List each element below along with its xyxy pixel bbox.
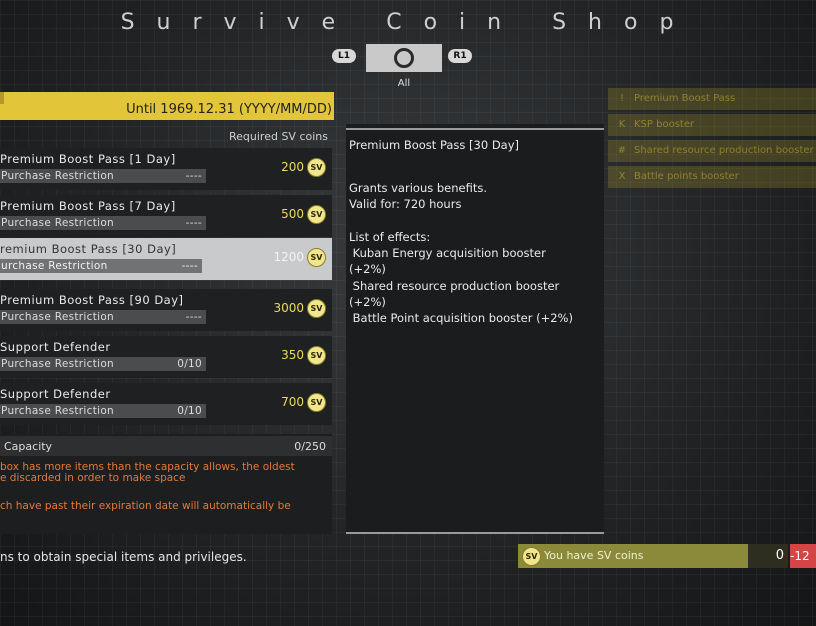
item-name: Support Defender xyxy=(0,387,111,401)
capacity-value: 0/250 xyxy=(294,440,326,453)
item-name: Premium Boost Pass [1 Day] xyxy=(0,152,176,166)
restriction-label: urchase Restriction xyxy=(1,260,108,272)
banner-marker xyxy=(0,92,4,104)
boost-label: Shared resource production booster xyxy=(634,145,814,156)
wallet-balance: SV You have SV coins 0 xyxy=(518,544,788,568)
sv-coin-icon: SV xyxy=(307,346,326,365)
sv-coin-icon: SV xyxy=(307,205,326,224)
item-name: Premium Boost Pass [7 Day] xyxy=(0,199,176,213)
sv-coin-icon: SV xyxy=(307,248,326,267)
restriction-value: 0/10 xyxy=(177,358,202,370)
item-name: Support Defender xyxy=(0,340,111,354)
resource-icon: # xyxy=(617,145,627,156)
tab-all-label: All xyxy=(397,78,411,89)
list-item-selected[interactable]: remium Boost Pass [30 Day] urchase Restr… xyxy=(0,238,332,280)
divider xyxy=(346,532,604,534)
detail-title: Premium Boost Pass [30 Day] xyxy=(349,138,520,152)
item-name: remium Boost Pass [30 Day] xyxy=(0,242,177,256)
capacity-row: Capacity 0/250 xyxy=(0,436,332,456)
info-icon: ! xyxy=(619,93,624,104)
item-price: 1200 xyxy=(273,250,304,264)
purchase-restriction: Purchase Restriction ---- xyxy=(0,310,206,324)
tab-bar: L1 R1 All xyxy=(332,44,480,94)
list-item[interactable]: Premium Boost Pass [1 Day] Purchase Rest… xyxy=(0,148,332,190)
boost-item: # Shared resource production booster xyxy=(608,140,816,162)
capacity-label: Capacity xyxy=(4,440,53,453)
ksp-icon: K xyxy=(618,119,626,130)
sv-coin-icon: SV xyxy=(522,547,541,566)
restriction-label: Purchase Restriction xyxy=(1,358,115,370)
restriction-label: Purchase Restriction xyxy=(1,311,115,323)
boost-item: ! Premium Boost Pass xyxy=(608,88,816,110)
purchase-restriction: Purchase Restriction ---- xyxy=(0,216,206,230)
sv-coin-icon: SV xyxy=(307,299,326,318)
required-coins-header: Required SV coins xyxy=(229,130,328,143)
item-price: 700 xyxy=(281,395,304,409)
restriction-label: Purchase Restriction xyxy=(1,405,115,417)
detail-description: Grants various benefits. Valid for: 720 … xyxy=(349,181,573,326)
list-item[interactable]: Premium Boost Pass [7 Day] Purchase Rest… xyxy=(0,195,332,237)
boost-label: KSP booster xyxy=(634,119,695,130)
wallet-deficit: -12 xyxy=(790,544,816,568)
item-detail-panel: Premium Boost Pass [30 Day] Grants vario… xyxy=(346,124,604,534)
r1-button[interactable]: R1 xyxy=(448,49,472,63)
wallet-value: 0 xyxy=(748,544,788,568)
purchase-restriction: Purchase Restriction 0/10 xyxy=(0,404,206,418)
purchase-restriction: Purchase Restriction ---- xyxy=(0,169,206,183)
item-price: 200 xyxy=(281,160,304,174)
list-item[interactable]: Support Defender Purchase Restriction 0/… xyxy=(0,383,332,425)
expiration-text: Until 1969.12.31 (YYYY/MM/DD) xyxy=(126,102,332,117)
capacity-box: Capacity 0/250 box has more items than t… xyxy=(0,434,332,534)
wallet-label: You have SV coins xyxy=(544,549,644,562)
restriction-value: ---- xyxy=(181,260,198,272)
circle-icon xyxy=(394,48,414,68)
capacity-warning: box has more items than the capacity all… xyxy=(0,461,295,484)
list-item[interactable]: Premium Boost Pass [90 Day] Purchase Res… xyxy=(0,289,332,331)
swords-icon: X xyxy=(618,171,626,182)
expiration-banner: Until 1969.12.31 (YYYY/MM/DD) xyxy=(0,92,334,120)
sv-coin-icon: SV xyxy=(307,158,326,177)
restriction-label: Purchase Restriction xyxy=(1,217,115,229)
restriction-value: ---- xyxy=(185,311,202,323)
restriction-value: ---- xyxy=(185,217,202,229)
item-price: 500 xyxy=(281,207,304,221)
boost-item: X Battle points booster xyxy=(608,166,816,188)
purchase-restriction: Purchase Restriction 0/10 xyxy=(0,357,206,371)
restriction-label: Purchase Restriction xyxy=(1,170,115,182)
purchase-restriction: urchase Restriction ---- xyxy=(0,259,202,273)
footer-hint: ns to obtain special items and privilege… xyxy=(0,550,247,564)
restriction-value: ---- xyxy=(185,170,202,182)
item-name: Premium Boost Pass [90 Day] xyxy=(0,293,184,307)
l1-button[interactable]: L1 xyxy=(332,49,356,63)
page-title: Survive Coin Shop xyxy=(120,10,696,35)
expiration-warning: ch have past their expiration date will … xyxy=(0,500,291,512)
boost-label: Battle points booster xyxy=(634,171,739,182)
sv-coin-icon: SV xyxy=(307,393,326,412)
item-price: 3000 xyxy=(273,301,304,315)
item-price: 350 xyxy=(281,348,304,362)
boost-item: K KSP booster xyxy=(608,114,816,136)
list-item[interactable]: Support Defender Purchase Restriction 0/… xyxy=(0,336,332,378)
boost-label: Premium Boost Pass xyxy=(634,93,736,104)
tab-all[interactable] xyxy=(366,44,442,72)
restriction-value: 0/10 xyxy=(177,405,202,417)
divider xyxy=(346,128,604,130)
